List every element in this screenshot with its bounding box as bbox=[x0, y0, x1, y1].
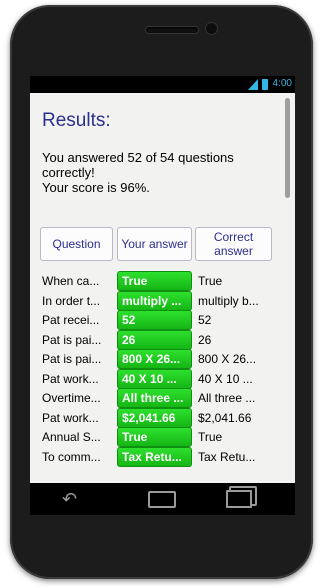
your-answer-cell[interactable]: True bbox=[117, 427, 192, 447]
speaker-grille bbox=[146, 27, 198, 33]
table-row: Overtime... All three ... All three ... bbox=[30, 388, 295, 409]
back-icon[interactable]: ↶ bbox=[62, 489, 77, 509]
status-time: 4:00 bbox=[272, 78, 292, 89]
your-answer-cell[interactable]: Tax Retu... bbox=[117, 446, 192, 467]
results-content[interactable]: Results: You answered 52 of 54 questions… bbox=[30, 93, 295, 483]
your-answer-cell[interactable]: True bbox=[117, 271, 192, 291]
scrollbar[interactable] bbox=[285, 98, 290, 198]
your-answer-cell[interactable]: All three ... bbox=[117, 388, 192, 408]
question-cell[interactable]: Overtime... bbox=[42, 391, 112, 405]
question-cell[interactable]: In order t... bbox=[42, 294, 112, 308]
recent-apps-icon[interactable] bbox=[226, 490, 252, 508]
table-row: Annual S... True True bbox=[30, 427, 295, 448]
nav-bar: ↶ bbox=[30, 483, 295, 515]
question-cell[interactable]: When ca... bbox=[42, 274, 112, 288]
question-cell[interactable]: To comm... bbox=[42, 450, 112, 464]
table-row: Pat is pai... 26 26 bbox=[30, 329, 295, 351]
correct-answer-cell: All three ... bbox=[198, 391, 256, 405]
screen: 4:00 Results: You answered 52 of 54 ques… bbox=[30, 76, 295, 483]
correct-answer-cell: Tax Retu... bbox=[198, 449, 256, 464]
your-answer-cell[interactable]: $2,041.66 bbox=[117, 407, 192, 428]
results-title: Results: bbox=[42, 110, 111, 131]
table-row: In order t... multiply ... multiply b... bbox=[30, 290, 295, 312]
header-correct-answer[interactable]: Correct answer bbox=[195, 227, 272, 261]
header-your-answer[interactable]: Your answer bbox=[117, 227, 192, 261]
signal-icon bbox=[248, 79, 258, 90]
table-row: Pat work... $2,041.66 $2,041.66 bbox=[30, 407, 295, 429]
table-row: Pat recei... 52 52 bbox=[30, 310, 295, 331]
table-row: When ca... True True bbox=[30, 271, 295, 292]
correct-answer-cell: 26 bbox=[198, 332, 212, 347]
question-cell[interactable]: Pat is pai... bbox=[42, 333, 112, 347]
question-cell[interactable]: Pat recei... bbox=[42, 313, 112, 327]
correct-answer-cell: 800 X 26... bbox=[198, 352, 257, 366]
correct-answer-cell: 40 X 10 ... bbox=[198, 371, 253, 386]
results-message: You answered 52 of 54 questions correctl… bbox=[42, 150, 234, 195]
question-cell[interactable]: Annual S... bbox=[42, 430, 112, 444]
question-cell[interactable]: Pat work... bbox=[42, 372, 112, 386]
your-answer-cell[interactable]: 40 X 10 ... bbox=[117, 368, 192, 389]
correct-answer-cell: $2,041.66 bbox=[198, 410, 252, 425]
status-bar: 4:00 bbox=[30, 76, 295, 93]
table-row: Pat work... 40 X 10 ... 40 X 10 ... bbox=[30, 368, 295, 390]
correct-answer-cell: True bbox=[198, 274, 223, 288]
header-question[interactable]: Question bbox=[40, 227, 113, 261]
table-row: Pat is pai... 800 X 26... 800 X 26... bbox=[30, 349, 295, 370]
your-answer-cell[interactable]: 52 bbox=[117, 310, 192, 330]
question-cell[interactable]: Pat is pai... bbox=[42, 352, 112, 366]
correct-answer-cell: multiply b... bbox=[198, 293, 259, 308]
correct-answer-cell: 52 bbox=[198, 313, 212, 327]
battery-icon bbox=[262, 79, 268, 90]
correct-answer-cell: True bbox=[198, 430, 223, 444]
front-camera bbox=[206, 23, 217, 34]
your-answer-cell[interactable]: 800 X 26... bbox=[117, 349, 192, 369]
table-row: To comm... Tax Retu... Tax Retu... bbox=[30, 446, 295, 468]
your-answer-cell[interactable]: 26 bbox=[117, 329, 192, 350]
your-answer-cell[interactable]: multiply ... bbox=[117, 290, 192, 311]
home-icon[interactable] bbox=[148, 491, 176, 508]
question-cell[interactable]: Pat work... bbox=[42, 411, 112, 425]
